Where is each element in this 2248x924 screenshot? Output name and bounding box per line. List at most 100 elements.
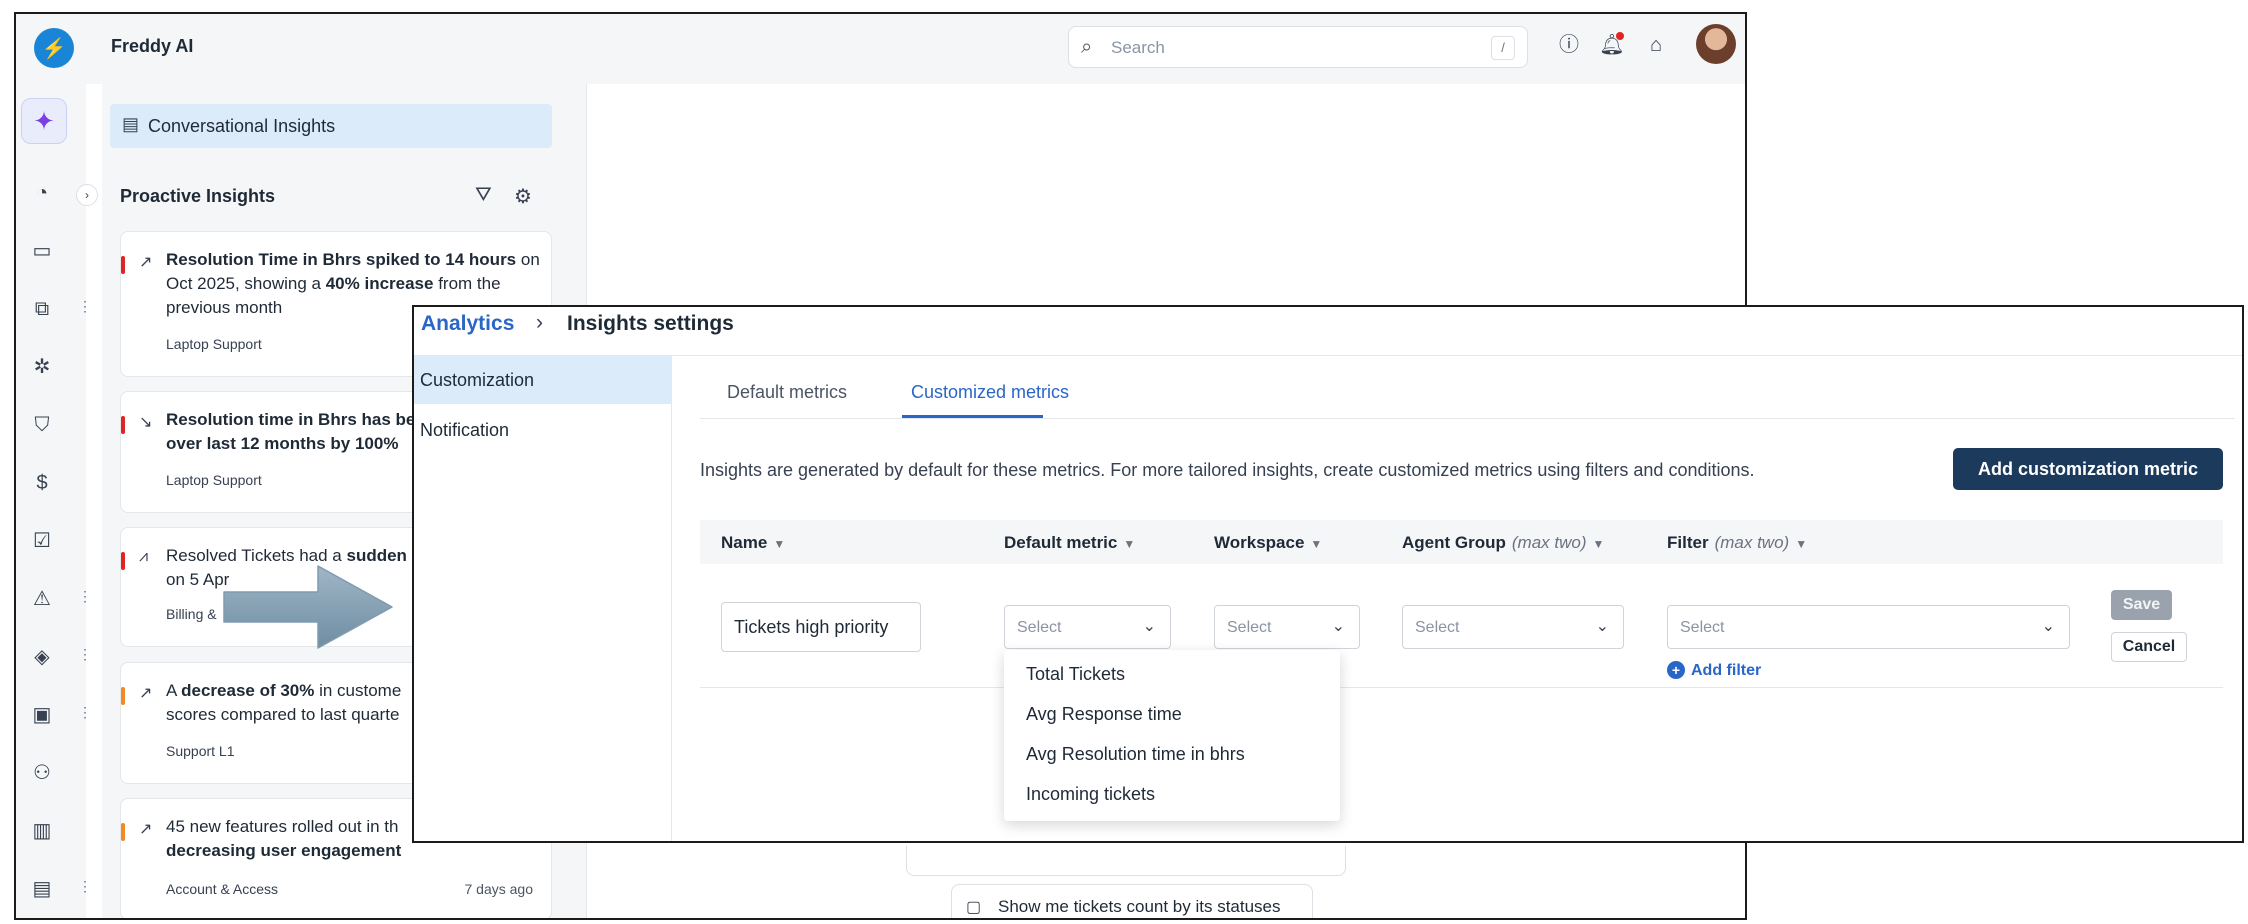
expand-chevron-icon[interactable]: › <box>76 184 98 206</box>
dropdown-option[interactable]: Avg Response time <box>1026 704 1182 725</box>
sort-caret-icon: ▼ <box>1310 537 1323 551</box>
severity-bar <box>121 416 125 434</box>
settings-gear-icon[interactable]: ⚙ <box>514 184 532 209</box>
book-icon[interactable]: ▥ <box>26 815 58 847</box>
severity-bar <box>121 256 125 274</box>
severity-bar <box>121 823 125 841</box>
filter-select[interactable]: Select ⌄ <box>1667 605 2070 649</box>
chevron-down-icon: ⌄ <box>1331 618 1345 635</box>
shield-icon[interactable]: ⛉ <box>26 409 58 441</box>
save-button[interactable]: Save <box>2111 590 2172 620</box>
insight-tag: Account & Access <box>166 881 279 897</box>
breadcrumb-analytics-link[interactable]: Analytics <box>421 312 514 336</box>
table-header: Name ▼ Default metric ▼ Workspace ▼ Agent G… <box>700 520 2223 564</box>
chat-icon: ▤ <box>122 114 140 134</box>
marketplace-icon[interactable]: ⌂ <box>1643 32 1669 58</box>
dashboard-icon[interactable]: ◔ <box>26 177 58 209</box>
contacts-icon[interactable]: ▣ <box>26 699 58 731</box>
column-header-name[interactable]: Name ▼ <box>721 533 785 553</box>
checklist-icon[interactable]: ☑ <box>26 525 58 557</box>
layers-icon[interactable]: ◈ <box>26 641 58 673</box>
insight-tag: Support L1 <box>166 743 235 759</box>
default-metric-select[interactable]: Select ⌄ <box>1004 605 1171 649</box>
analytics-icon[interactable]: ▤ <box>26 873 58 905</box>
user-settings-icon[interactable]: ⚇ <box>26 757 58 789</box>
notification-dot <box>1616 32 1624 40</box>
insight-age: 7 days ago <box>464 881 534 897</box>
info-text: Insights are generated by default for th… <box>700 460 1755 480</box>
breadcrumb-separator: › <box>536 311 543 334</box>
insight-tag: Laptop Support <box>166 336 262 352</box>
more-options-icon[interactable]: ⋮ <box>78 646 92 663</box>
column-header-default-metric[interactable]: Default metric ▼ <box>1004 533 1135 553</box>
bug-icon[interactable]: ✲ <box>26 351 58 383</box>
cancel-button[interactable]: Cancel <box>2111 632 2187 662</box>
sort-caret-icon: ▼ <box>1795 537 1808 551</box>
tabs-divider <box>700 418 2235 419</box>
left-navigation-rail: ✦ › ◔ ▭ ⧉ ⋮ ✲ ⛉ $ ☑ ⚠ ⋮ ◈ ⋮ ▣ ⋮ ⚇ ▥ ▤ ⋮ <box>16 84 98 918</box>
dropdown-option[interactable]: Avg Resolution time in bhrs <box>1026 744 1245 765</box>
more-options-icon[interactable]: ⋮ <box>78 588 92 605</box>
trend-up-icon: ↗ <box>139 685 153 702</box>
tab-default-metrics[interactable]: Default metrics <box>727 382 847 403</box>
conversational-insights-label: Conversational Insights <box>148 116 336 136</box>
search-shortcut-key: / <box>1491 36 1515 60</box>
default-metric-dropdown: Total Tickets Avg Response time Avg Reso… <box>1004 650 1340 821</box>
filter-icon[interactable]: ⛛ <box>475 184 492 207</box>
workspace-select[interactable]: Select ⌄ <box>1214 605 1360 649</box>
sparkle-icon[interactable]: ✦ <box>21 98 67 144</box>
agent-group-select[interactable]: Select ⌄ <box>1402 605 1624 649</box>
notification-bell-icon[interactable]: 🔔︎ <box>1599 32 1625 58</box>
chat-bubble-icon: ▢ <box>966 899 982 916</box>
insight-tag: Laptop Support <box>166 472 262 488</box>
add-filter-link[interactable]: + Add filter <box>1667 661 1761 680</box>
severity-bar <box>121 687 125 705</box>
plus-icon: + <box>1667 661 1685 679</box>
chat-suggestion-fragment <box>906 846 1346 876</box>
ticket-icon[interactable]: ▭ <box>26 235 58 267</box>
suggested-prompt-chip[interactable]: ▢ Show me tickets count by its statuses <box>951 884 1313 918</box>
column-header-filter[interactable]: Filter (max two) ▼ <box>1667 533 1807 553</box>
dropdown-option[interactable]: Total Tickets <box>1026 664 1125 685</box>
currency-icon[interactable]: $ <box>26 467 58 499</box>
conversational-insights-button[interactable]: ▤ Conversational Insights <box>110 104 552 148</box>
severity-bar <box>121 552 125 570</box>
dropdown-option[interactable]: Incoming tickets <box>1026 784 1155 805</box>
chevron-down-icon: ⌄ <box>2041 618 2055 635</box>
settings-sidebar: Customization Notification <box>414 356 672 841</box>
column-header-workspace[interactable]: Workspace ▼ <box>1214 533 1322 553</box>
search-placeholder: Search <box>1111 38 1165 57</box>
alert-icon[interactable]: ⚠ <box>26 583 58 615</box>
workflow-icon[interactable]: ⧉ <box>26 293 58 325</box>
top-bar: ⚡ Freddy AI ⌕ Search / ⓘ 🔔︎ ⌂ <box>16 14 1745 84</box>
app-title: Freddy AI <box>111 36 194 56</box>
sort-caret-icon: ▼ <box>773 537 786 551</box>
more-options-icon[interactable]: ⋮ <box>78 878 92 895</box>
tab-customized-metrics[interactable]: Customized metrics <box>911 382 1069 403</box>
column-header-agent-group[interactable]: Agent Group (max two) ▼ <box>1402 533 1604 553</box>
row-divider <box>700 687 2223 688</box>
freshworks-logo-icon[interactable]: ⚡ <box>34 28 74 68</box>
metric-name-input[interactable]: Tickets high priority <box>721 602 921 652</box>
more-options-icon[interactable]: ⋮ <box>78 704 92 721</box>
chevron-down-icon: ⌄ <box>1595 618 1609 635</box>
trend-down-icon: ↘ <box>139 414 153 431</box>
more-options-icon[interactable]: ⋮ <box>78 298 92 315</box>
insight-tag: Billing & <box>166 606 217 622</box>
sidebar-item-notification[interactable]: Notification <box>414 406 672 454</box>
select-placeholder: Select <box>1680 619 1725 636</box>
chart-spike-icon: ⩘ <box>139 548 149 565</box>
suggested-prompt-label: Show me tickets count by its statuses <box>998 897 1281 916</box>
help-icon[interactable]: ⓘ <box>1556 32 1582 58</box>
proactive-insights-title: Proactive Insights <box>120 186 276 206</box>
select-placeholder: Select <box>1017 619 1062 636</box>
trend-up-icon: ↗ <box>139 254 153 271</box>
select-placeholder: Select <box>1227 619 1272 636</box>
user-avatar[interactable] <box>1696 24 1736 64</box>
chevron-down-icon: ⌄ <box>1142 618 1156 635</box>
select-placeholder: Select <box>1415 619 1460 636</box>
search-input[interactable]: ⌕ Search / <box>1068 26 1528 68</box>
header-divider <box>414 355 2242 356</box>
add-customization-metric-button[interactable]: Add customization metric <box>1953 448 2223 490</box>
sidebar-item-customization[interactable]: Customization <box>414 356 672 404</box>
